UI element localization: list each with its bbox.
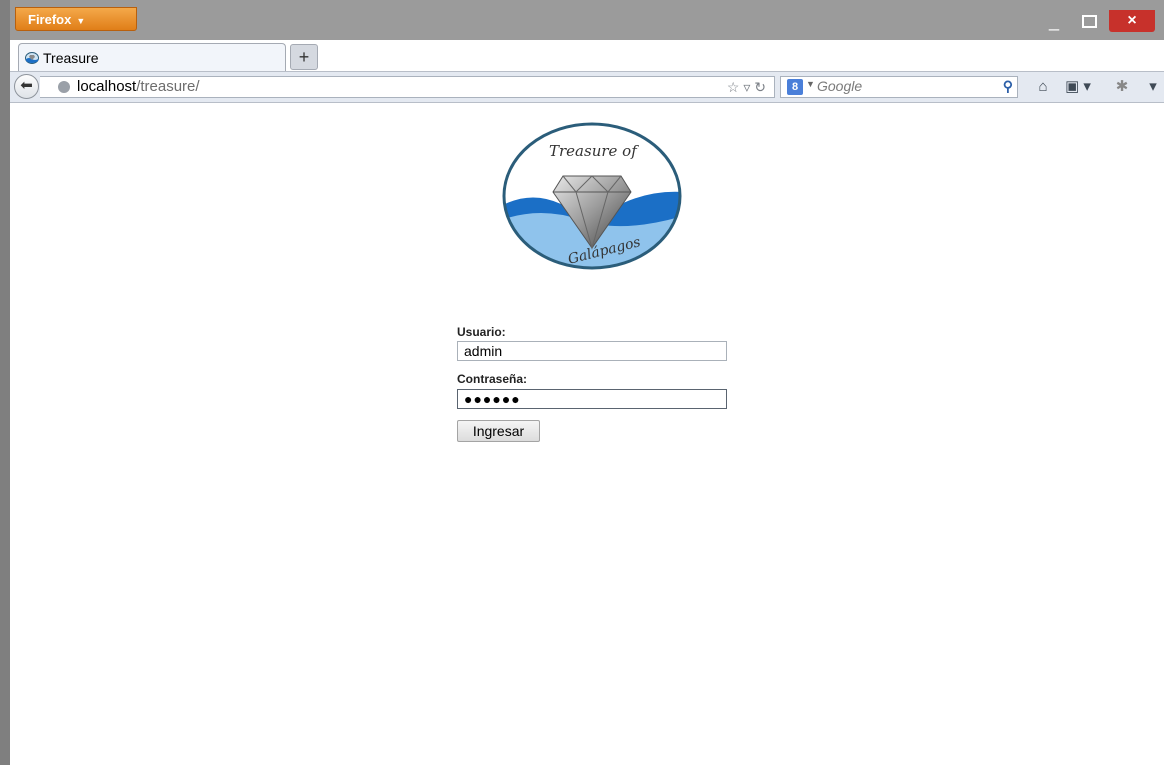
new-tab-button[interactable]: +	[290, 44, 318, 70]
dropmarker-icon[interactable]: ▿	[743, 79, 750, 95]
title-bar	[10, 0, 1164, 40]
back-button[interactable]: ⬅	[14, 74, 39, 99]
window-frame-left	[0, 0, 10, 765]
search-placeholder: Google	[817, 78, 863, 94]
firefox-menu-button[interactable]: Firefox ▼	[15, 7, 137, 31]
chevron-down-icon: ▼	[76, 16, 86, 26]
maximize-button[interactable]	[1076, 10, 1100, 32]
magnifier-icon[interactable]: ⚲	[1003, 78, 1013, 95]
url-host: localhost	[77, 78, 137, 95]
search-bar[interactable]: 8 ▼ Google ⚲	[780, 76, 1018, 98]
login-button[interactable]: Ingresar	[457, 420, 540, 442]
menu-arrow-icon[interactable]: ▾	[1146, 77, 1160, 97]
globe-icon	[58, 81, 70, 93]
reload-icon[interactable]: ↻	[754, 79, 766, 95]
url-path: /treasure/	[136, 78, 200, 95]
chevron-down-icon: ▼	[806, 79, 815, 89]
addon-icon[interactable]: ✱	[1107, 77, 1137, 97]
star-icon[interactable]: ☆	[727, 79, 740, 95]
close-button[interactable]: ×	[1109, 10, 1155, 32]
tab-title: Treasure	[43, 50, 99, 66]
firefox-menu-label: Firefox	[28, 12, 72, 27]
url-text: localhost/treasure/	[77, 77, 200, 97]
url-actions: ☆ ▿ ↻	[727, 77, 766, 97]
password-label: Contraseña:	[457, 372, 528, 386]
minimize-button[interactable]: _	[1042, 10, 1066, 32]
close-icon: ×	[1127, 12, 1137, 29]
plus-icon: +	[298, 47, 310, 67]
username-field[interactable]: admin	[457, 341, 727, 361]
back-arrow-icon: ⬅	[20, 77, 33, 94]
logo-top-text: Treasure of	[549, 142, 639, 160]
password-field[interactable]: ●●●●●●	[457, 389, 727, 409]
treasure-favicon-icon	[25, 52, 39, 64]
address-bar[interactable]: localhost/treasure/ ☆ ▿ ↻	[40, 76, 775, 98]
search-engine-icon[interactable]: 8	[787, 79, 803, 95]
tab-treasure[interactable]: Treasure	[18, 43, 286, 71]
treasure-logo: Treasure of Galápagos	[502, 122, 682, 270]
home-icon[interactable]: ⌂	[1032, 77, 1054, 97]
bookmarks-icon[interactable]: ▣ ▾	[1060, 77, 1096, 97]
minimize-icon: _	[1048, 11, 1059, 31]
username-label: Usuario:	[457, 325, 506, 339]
